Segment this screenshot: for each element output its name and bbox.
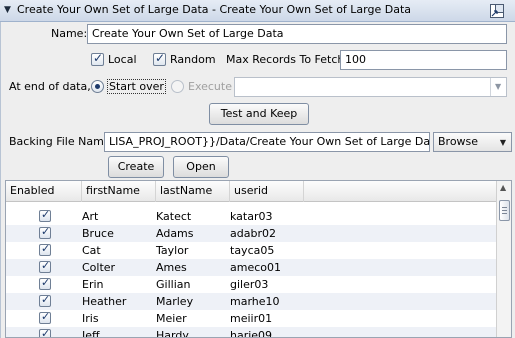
column-header-lastname[interactable]: lastName <box>156 181 230 202</box>
cell-userid: adabr02 <box>230 227 276 240</box>
name-label: Name: <box>51 27 88 40</box>
large-data-panel: Name: Create Your Own Set of Large Data … <box>0 22 515 338</box>
table-row[interactable]: ✓ Bruce Adams adabr02 <box>6 225 496 242</box>
random-label: Random <box>170 53 216 66</box>
table-row[interactable]: ✓ Heather Marley marhe10 <box>6 293 496 310</box>
table-row[interactable]: ✓ Jeff Hardy harje09 <box>6 327 496 338</box>
cell-lastname: Adams <box>156 227 194 240</box>
cell-firstname: Bruce <box>82 227 114 240</box>
cell-userid: giler03 <box>230 278 269 291</box>
row-enabled-checkbox[interactable]: ✓ <box>39 276 51 290</box>
checkmark-icon: ✓ <box>41 208 51 221</box>
cell-userid: marhe10 <box>230 295 280 308</box>
checkmark-icon: ✓ <box>41 293 51 306</box>
triangle-down-icon[interactable]: ▼ <box>4 5 11 15</box>
execute-dropdown[interactable]: ▼ <box>234 77 507 97</box>
vertical-scrollbar[interactable]: ▲ <box>496 181 511 337</box>
grip-icon <box>502 207 507 208</box>
local-checkbox[interactable]: ✓ <box>91 51 104 66</box>
cell-lastname: Marley <box>156 295 194 308</box>
cell-userid: katar03 <box>230 210 273 223</box>
cell-lastname: Hardy <box>156 329 189 338</box>
table-row[interactable]: ✓ Colter Ames ameco01 <box>6 259 496 276</box>
checkmark-icon: ✓ <box>41 327 51 338</box>
cell-firstname: Iris <box>82 312 99 325</box>
execute-label: Execute <box>188 80 232 93</box>
cell-lastname: Ames <box>156 261 187 274</box>
detach-window-icon[interactable] <box>489 3 505 19</box>
table-row[interactable]: ✓ Art Katect katar03 <box>6 208 496 225</box>
row-enabled-checkbox[interactable]: ✓ <box>39 208 51 222</box>
table-header: Enabled firstName lastName userid <box>6 181 496 202</box>
cell-firstname: Erin <box>82 278 104 291</box>
row-enabled-checkbox[interactable]: ✓ <box>39 293 51 307</box>
start-over-label: Start over <box>107 79 166 94</box>
cell-lastname: Katect <box>156 210 192 223</box>
row-enabled-checkbox[interactable]: ✓ <box>39 327 51 338</box>
scrollbar-thumb[interactable] <box>499 200 510 221</box>
cell-firstname: Jeff <box>82 329 100 338</box>
checkmark-icon: ✓ <box>41 242 51 255</box>
radio-dot-icon <box>95 84 100 89</box>
end-of-data-label: At end of data, <box>9 80 91 93</box>
backing-file-label: Backing File Name: <box>9 135 115 148</box>
chevron-down-icon: ▼ <box>499 138 506 147</box>
execute-radio[interactable] <box>171 80 184 93</box>
test-and-keep-button[interactable]: Test and Keep <box>209 103 309 125</box>
cell-userid: meiir01 <box>230 312 273 325</box>
create-button[interactable]: Create <box>108 156 164 178</box>
cell-userid: harje09 <box>230 329 273 338</box>
section-header[interactable]: ▼ Create Your Own Set of Large Data - Cr… <box>0 0 515 22</box>
cell-firstname: Art <box>82 210 99 223</box>
backing-file-field[interactable]: LISA_PROJ_ROOT}}/Data/Create Your Own Se… <box>104 132 430 152</box>
checkmark-icon: ✓ <box>41 225 51 238</box>
grip-icon <box>502 213 507 214</box>
name-field[interactable]: Create Your Own Set of Large Data <box>87 24 507 44</box>
row-enabled-checkbox[interactable]: ✓ <box>39 225 51 239</box>
cell-firstname: Heather <box>82 295 127 308</box>
chevron-down-icon: ▼ <box>495 82 502 91</box>
random-checkbox[interactable]: ✓ <box>153 51 166 66</box>
checkmark-icon: ✓ <box>93 51 104 65</box>
cell-userid: ameco01 <box>230 261 281 274</box>
max-records-field[interactable]: 100 <box>340 50 507 70</box>
table-row[interactable]: ✓ Iris Meier meiir01 <box>6 310 496 327</box>
row-enabled-checkbox[interactable]: ✓ <box>39 310 51 324</box>
grip-icon <box>502 210 507 211</box>
cell-firstname: Cat <box>82 244 101 257</box>
column-header-userid[interactable]: userid <box>230 181 304 202</box>
cell-lastname: Meier <box>156 312 187 325</box>
checkmark-icon: ✓ <box>41 276 51 289</box>
checkmark-icon: ✓ <box>155 51 166 65</box>
table-row[interactable]: ✓ Cat Taylor tayca05 <box>6 242 496 259</box>
dropdown-arrow[interactable]: ▼ <box>490 78 506 96</box>
open-button[interactable]: Open <box>173 156 229 178</box>
column-header-firstname[interactable]: firstName <box>82 181 156 202</box>
browse-label: Browse <box>438 135 479 148</box>
scroll-up-icon[interactable]: ▲ <box>500 183 506 192</box>
local-label: Local <box>108 53 137 66</box>
cell-lastname: Gillian <box>156 278 191 291</box>
data-table: Enabled firstName lastName userid ✓ Art … <box>5 180 512 338</box>
table-row[interactable]: ✓ Erin Gillian giler03 <box>6 276 496 293</box>
section-title: Create Your Own Set of Large Data - Crea… <box>17 3 411 16</box>
checkmark-icon: ✓ <box>41 310 51 323</box>
column-header-enabled[interactable]: Enabled <box>6 181 82 202</box>
cell-userid: tayca05 <box>230 244 275 257</box>
row-enabled-checkbox[interactable]: ✓ <box>39 242 51 256</box>
cell-firstname: Colter <box>82 261 116 274</box>
start-over-radio[interactable] <box>91 80 104 93</box>
max-records-label: Max Records To Fetch: <box>226 53 349 66</box>
row-enabled-checkbox[interactable]: ✓ <box>39 259 51 273</box>
checkmark-icon: ✓ <box>41 259 51 272</box>
cell-lastname: Taylor <box>156 244 189 257</box>
browse-dropdown[interactable]: Browse ▼ <box>433 132 512 152</box>
